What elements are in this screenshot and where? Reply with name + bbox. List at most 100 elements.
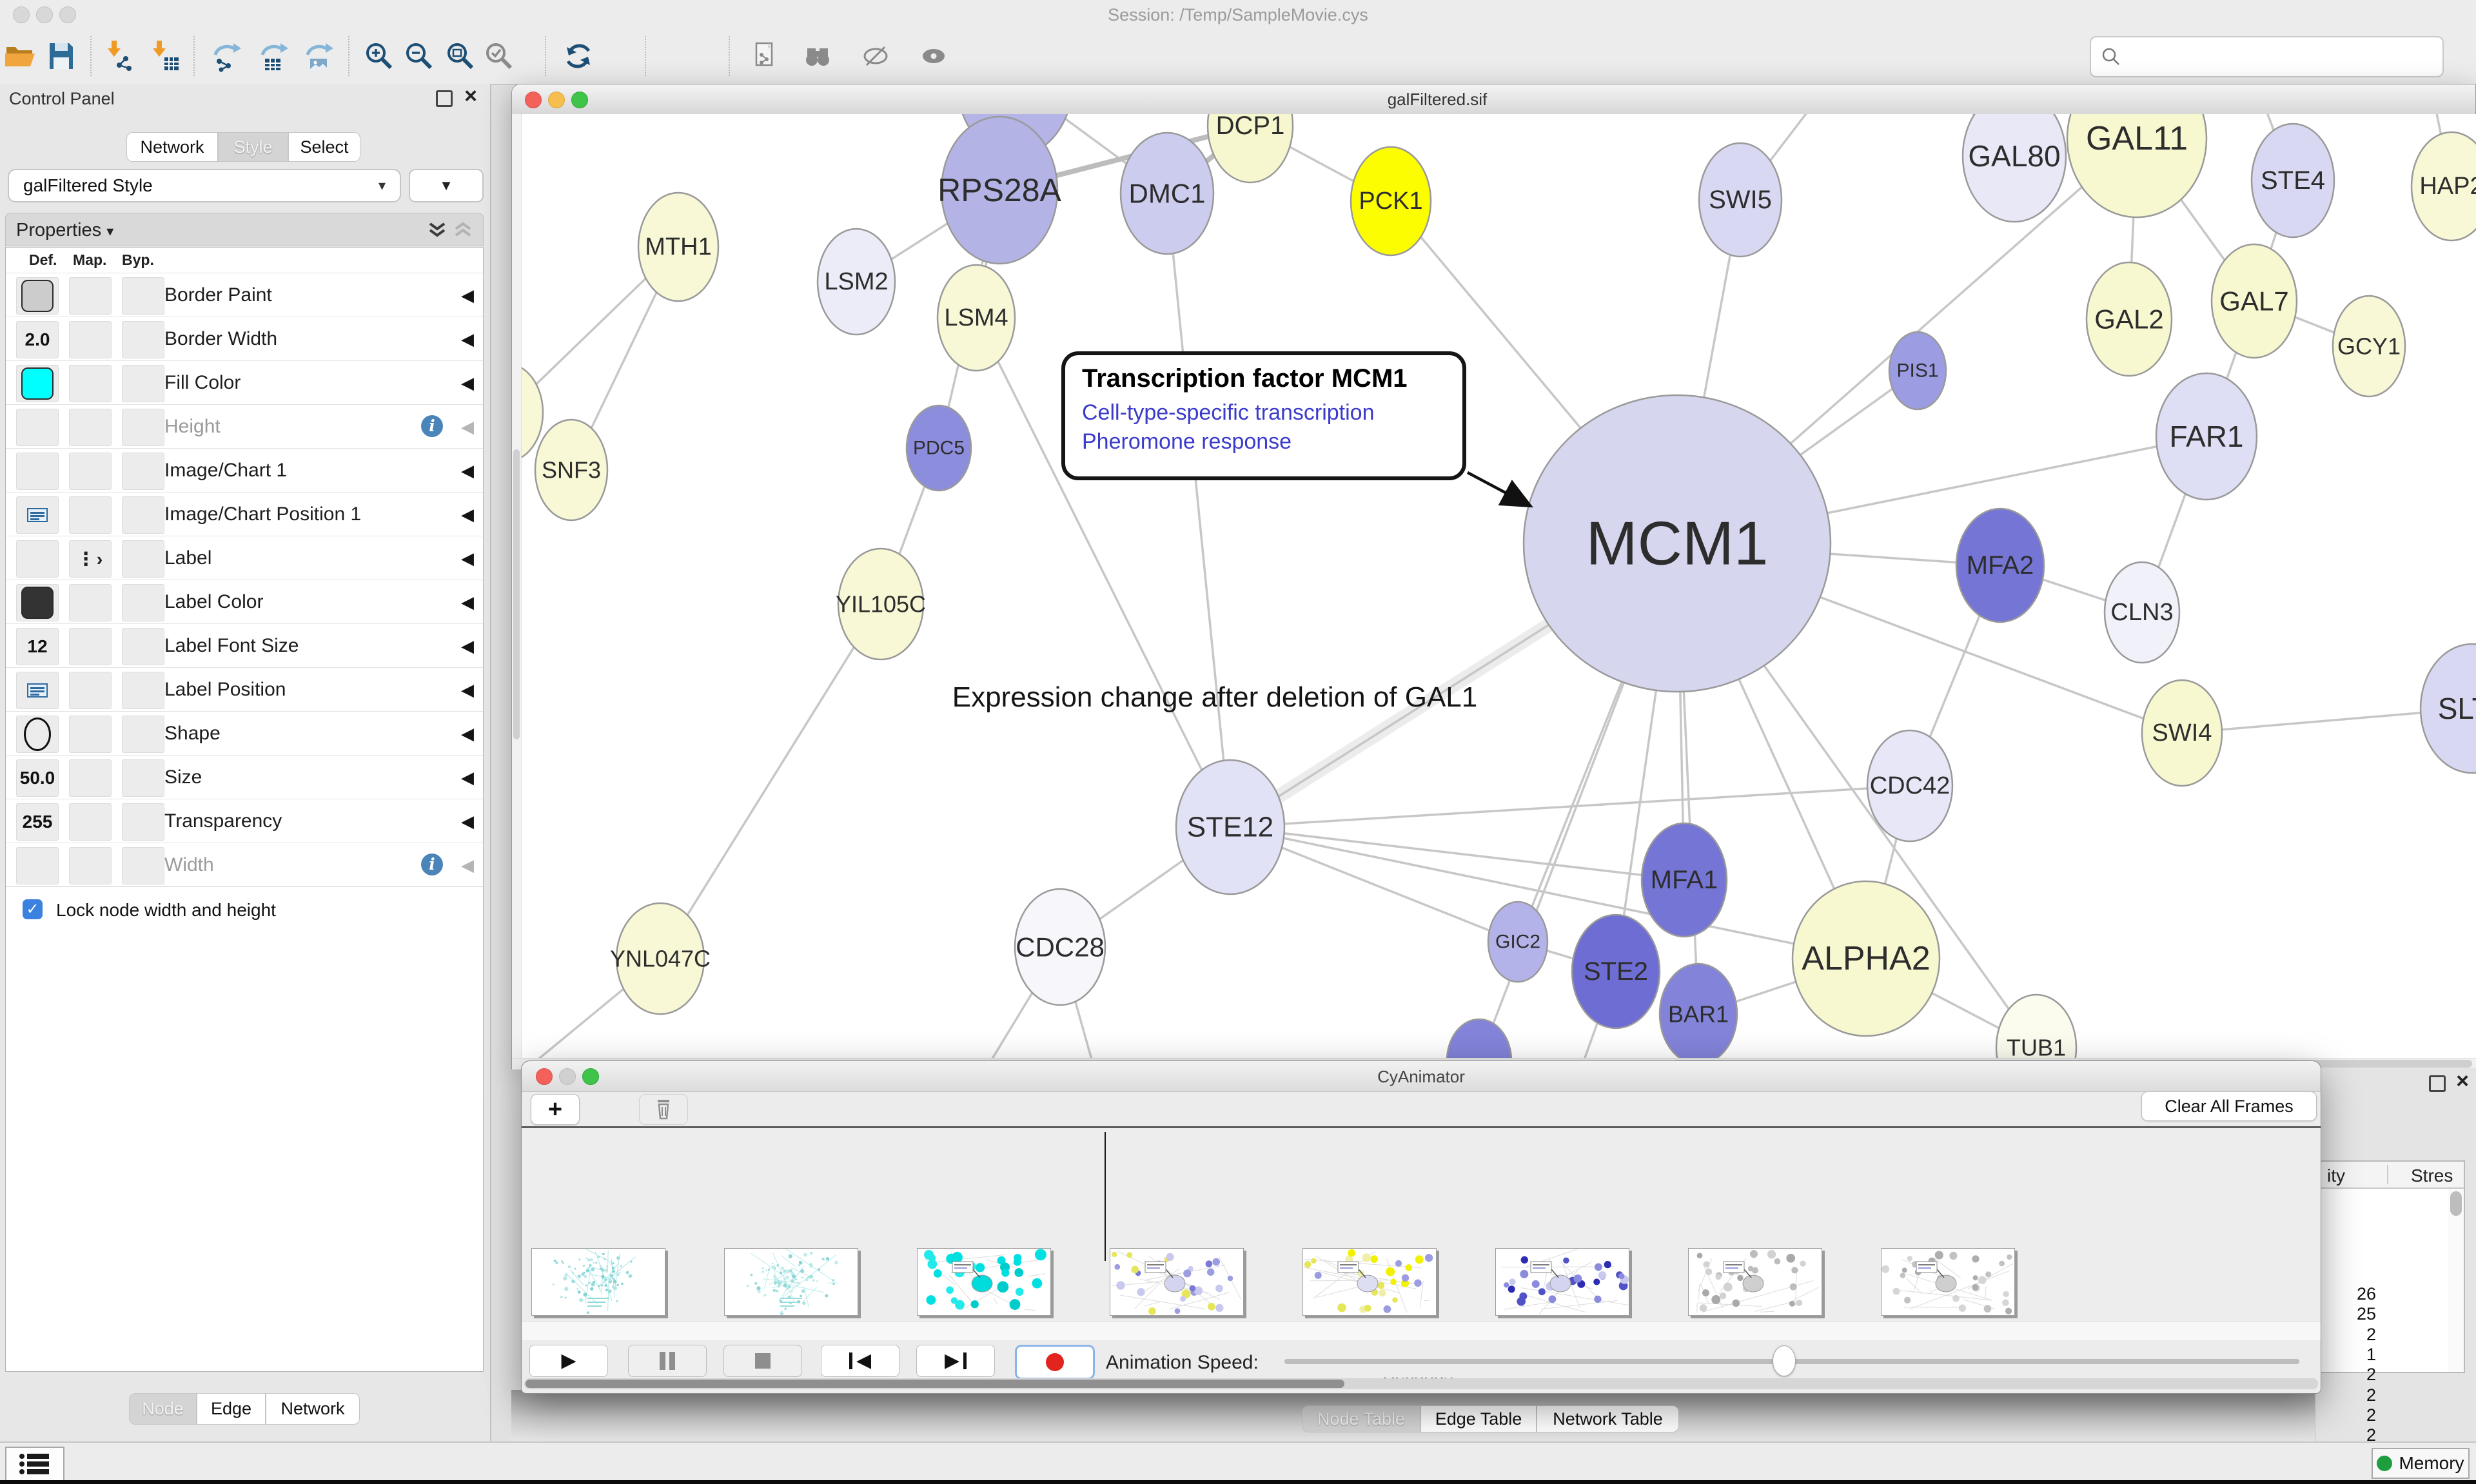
property-row-label-font-size[interactable]: 12Label Font Size◀ [6, 623, 483, 668]
export-table-button[interactable] [256, 38, 292, 74]
mapping-cell[interactable] [69, 584, 112, 621]
style-options-button[interactable]: ▼ [409, 169, 484, 202]
mapping-cell[interactable] [69, 803, 112, 841]
annotation-link[interactable]: Pheromone response [1082, 427, 1446, 456]
network-canvas[interactable]: DCP1PCK1RPS28ADMC1MTH1LSM2LSM4SWI5GAL80G… [512, 114, 2476, 1069]
tab-node-table[interactable]: Node Table [1302, 1405, 1420, 1432]
info-icon[interactable]: i [421, 854, 443, 875]
bypass-cell[interactable] [122, 365, 164, 402]
mapping-cell[interactable] [69, 365, 112, 402]
annotation-link[interactable]: Cell-type-specific transcription [1082, 398, 1446, 427]
frame-thumbnail-1[interactable] [724, 1248, 858, 1316]
collapse-row-icon[interactable]: ◀ [461, 329, 474, 349]
info-icon[interactable]: i [421, 415, 443, 437]
mapping-cell[interactable] [69, 277, 112, 315]
mapping-cell[interactable] [69, 847, 112, 884]
cyanimator-timeline[interactable]: 0123456789 Seconds [522, 1128, 2321, 1321]
skip-to-end-button[interactable]: ▶ [916, 1345, 995, 1377]
network-vertical-scrollbar[interactable] [512, 114, 522, 1069]
save-session-button[interactable] [43, 38, 79, 74]
mapping-cell[interactable] [69, 716, 112, 753]
property-row-label-position[interactable]: Label Position◀ [6, 667, 483, 712]
cyanimator-scrollbar[interactable] [524, 1378, 2318, 1389]
default-cell[interactable] [16, 496, 59, 534]
collapse-row-icon[interactable]: ◀ [461, 724, 474, 744]
frame-thumbnail-3[interactable] [1110, 1248, 1244, 1316]
frame-thumbnail-4[interactable] [1302, 1248, 1437, 1316]
close-panel-icon[interactable]: × [2456, 1070, 2469, 1092]
network-edge[interactable] [1167, 193, 1230, 827]
refresh-button[interactable] [560, 38, 596, 74]
frame-thumbnail-2[interactable] [917, 1248, 1051, 1316]
properties-header[interactable]: Properties ▾ [5, 213, 484, 246]
table-cell-value[interactable]: 2 [2330, 1405, 2376, 1425]
collapse-row-icon[interactable]: ◀ [461, 855, 474, 875]
network-edge[interactable] [660, 604, 881, 959]
zoom-fit-button[interactable] [442, 38, 478, 74]
collapse-row-icon[interactable]: ◀ [461, 286, 474, 306]
collapse-row-icon[interactable]: ◀ [461, 417, 474, 437]
property-row-height[interactable]: Heighti◀ [6, 404, 483, 449]
collapse-row-icon[interactable]: ◀ [461, 812, 474, 832]
import-table-button[interactable] [146, 38, 182, 74]
search-box[interactable] [2090, 36, 2444, 77]
frame-thumbnail-0[interactable] [531, 1248, 665, 1316]
property-row-label-color[interactable]: Label Color◀ [6, 580, 483, 624]
bypass-cell[interactable] [122, 759, 164, 797]
mapping-cell[interactable] [69, 628, 112, 665]
property-row-size[interactable]: 50.0Size◀ [6, 755, 483, 799]
float-panel-icon[interactable] [436, 90, 453, 107]
tab-node[interactable]: Node [129, 1393, 197, 1425]
open-session-button[interactable] [1, 38, 37, 74]
bypass-cell[interactable] [122, 847, 164, 884]
property-row-width[interactable]: Widthi◀ [6, 843, 483, 887]
mapping-cell[interactable] [69, 453, 112, 490]
tab-network[interactable]: Network [126, 132, 218, 162]
bypass-cell[interactable] [122, 584, 164, 621]
hide-selected-button[interactable] [858, 38, 894, 74]
float-panel-icon[interactable] [2429, 1075, 2446, 1092]
property-row-transparency[interactable]: 255Transparency◀ [6, 799, 483, 843]
close-panel-icon[interactable]: × [464, 85, 477, 107]
collapse-all-icon[interactable] [453, 221, 473, 239]
tab-network-table[interactable]: Network Table [1537, 1405, 1679, 1432]
cyanimator-titlebar[interactable]: CyAnimator [522, 1061, 2321, 1092]
expand-all-icon[interactable] [427, 221, 447, 239]
tab-style[interactable]: Style [218, 132, 288, 162]
collapse-row-icon[interactable]: ◀ [461, 636, 474, 656]
table-cell-value[interactable]: 2 [2330, 1365, 2376, 1385]
search-input[interactable] [2128, 46, 2442, 68]
tab-edge-table[interactable]: Edge Table [1420, 1405, 1537, 1432]
collapse-row-icon[interactable]: ◀ [461, 505, 474, 525]
record-button[interactable] [1015, 1345, 1095, 1380]
property-row-label[interactable]: ⋮›Label◀ [6, 536, 483, 580]
add-frame-button[interactable]: + [531, 1094, 580, 1125]
bypass-cell[interactable] [122, 496, 164, 534]
frame-thumbnail-7[interactable] [1881, 1248, 2015, 1316]
default-cell[interactable] [16, 453, 59, 490]
show-all-button[interactable] [916, 38, 952, 74]
mapping-cell[interactable]: ⋮› [69, 540, 112, 578]
property-row-border-paint[interactable]: Border Paint◀ [6, 273, 483, 317]
mapping-cell[interactable] [69, 409, 112, 446]
property-row-shape[interactable]: Shape◀ [6, 711, 483, 756]
mapping-cell[interactable] [69, 496, 112, 534]
default-cell[interactable] [16, 365, 59, 402]
mapping-cell[interactable] [69, 321, 112, 358]
mapping-cell[interactable] [69, 759, 112, 797]
collapse-row-icon[interactable]: ◀ [461, 592, 474, 612]
property-row-border-width[interactable]: 2.0Border Width◀ [6, 317, 483, 361]
skip-to-start-button[interactable]: ◀ [821, 1345, 899, 1377]
network-window-titlebar[interactable]: galFiltered.sif [512, 84, 2475, 115]
memory-button[interactable]: Memory [2372, 1448, 2470, 1479]
delete-frame-button[interactable] [639, 1094, 688, 1125]
table-cell-value[interactable]: 2 [2330, 1385, 2376, 1405]
default-cell[interactable] [16, 672, 59, 709]
bypass-cell[interactable] [122, 409, 164, 446]
bypass-cell[interactable] [122, 716, 164, 753]
tab-select[interactable]: Select [288, 132, 360, 162]
export-image-button[interactable] [301, 38, 337, 74]
default-cell[interactable] [16, 716, 59, 753]
property-row-image-chart-1[interactable]: Image/Chart 1◀ [6, 448, 483, 493]
collapse-row-icon[interactable]: ◀ [461, 768, 474, 788]
